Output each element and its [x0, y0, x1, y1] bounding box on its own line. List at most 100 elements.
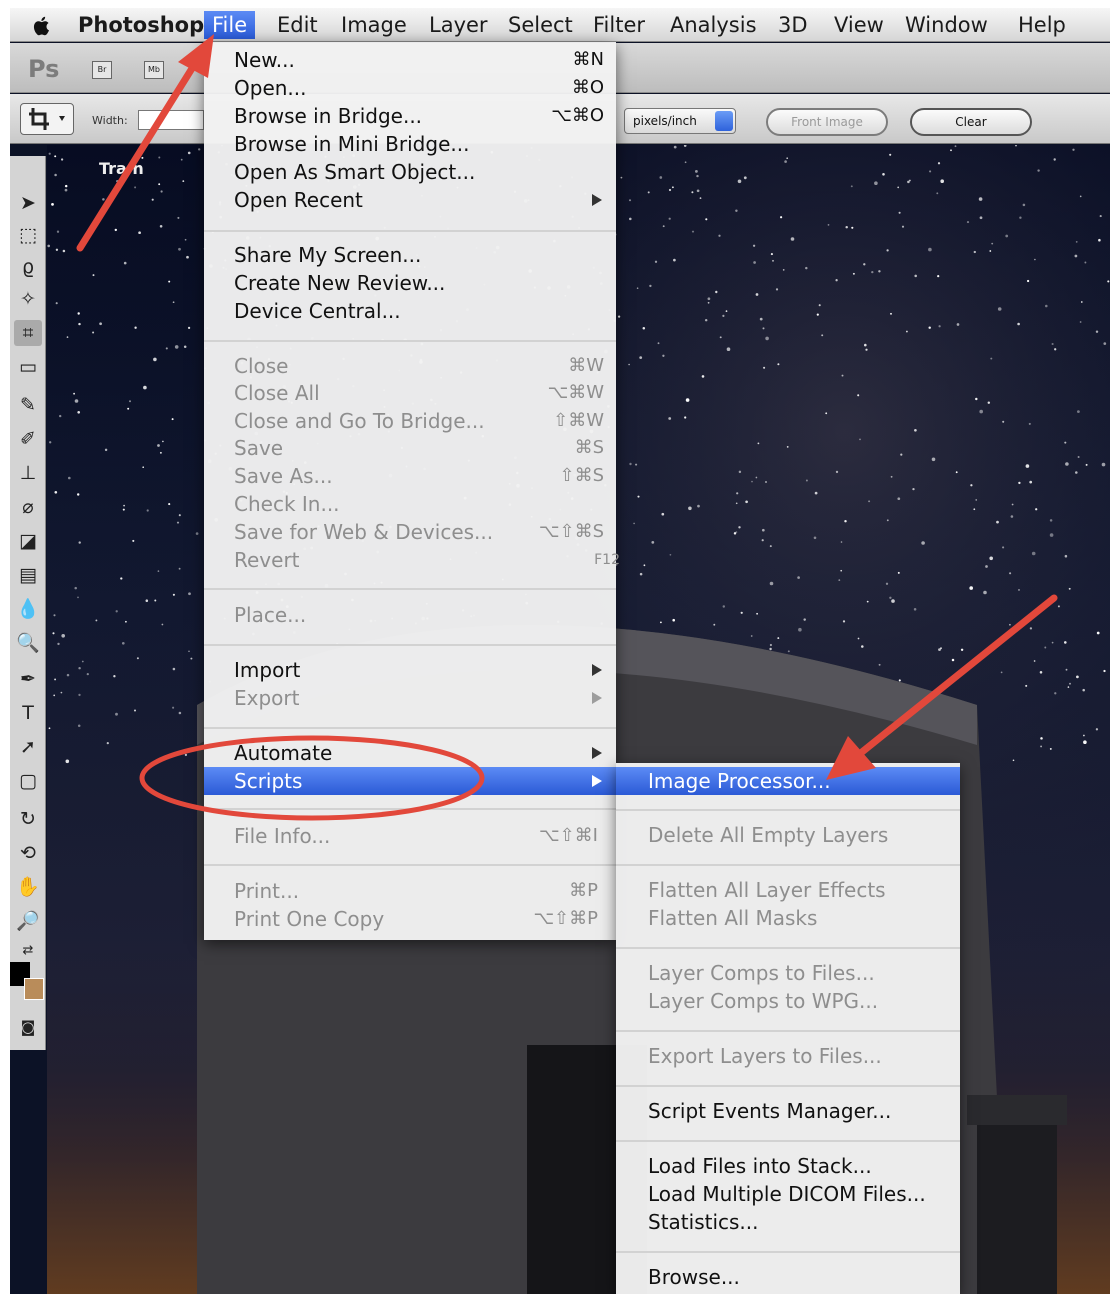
- menu-window[interactable]: Window: [897, 11, 996, 39]
- menu-item-open[interactable]: Open... ⌘O: [204, 74, 616, 102]
- menu-item-script-events-manager[interactable]: Script Events Manager...: [616, 1097, 960, 1125]
- quick-mask-icon[interactable]: ◙: [14, 1014, 42, 1040]
- 3d-rotate-tool-icon[interactable]: ↻: [14, 806, 42, 832]
- menu-layer[interactable]: Layer: [421, 11, 496, 39]
- menu-view[interactable]: View: [826, 11, 892, 39]
- menu-item-layer-comps-to-files[interactable]: Layer Comps to Files...: [616, 959, 960, 987]
- menu-item-shortcut: ⌥⌘O: [551, 105, 604, 126]
- menu-item-label: Flatten All Masks: [648, 906, 818, 930]
- healing-brush-tool-icon[interactable]: ✎: [14, 392, 42, 418]
- move-tool-icon[interactable]: ➤: [14, 190, 42, 216]
- front-image-button[interactable]: Front Image: [766, 108, 888, 136]
- marquee-tool-icon[interactable]: ⬚: [14, 222, 42, 248]
- menu-item-label: Statistics...: [648, 1210, 759, 1234]
- apple-icon[interactable]: [30, 14, 54, 38]
- menu-item-layer-comps-to-wpg[interactable]: Layer Comps to WPG...: [616, 987, 960, 1015]
- menu-item-label: Open As Smart Object...: [234, 160, 476, 184]
- ruler-tool-icon[interactable]: ▭: [14, 354, 42, 380]
- menu-separator: [204, 340, 616, 342]
- blur-tool-icon[interactable]: 💧: [14, 596, 42, 622]
- menu-image[interactable]: Image: [333, 11, 415, 39]
- menu-analysis[interactable]: Analysis: [662, 11, 765, 39]
- menu-item-scripts[interactable]: Scripts: [204, 767, 616, 795]
- clear-button[interactable]: Clear: [910, 108, 1032, 136]
- menu-item-load-multiple-dicom-files[interactable]: Load Multiple DICOM Files...: [616, 1180, 960, 1208]
- menu-bar: Photoshop File Edit Image Layer Select F…: [10, 8, 1110, 42]
- menu-item-statistics[interactable]: Statistics...: [616, 1208, 960, 1236]
- menu-item-delete-all-empty-layers[interactable]: Delete All Empty Layers: [616, 821, 960, 849]
- bridge-button[interactable]: Br: [92, 61, 112, 79]
- menu-item-save-for-web[interactable]: Save for Web & Devices... ⌥⇧⌘S: [204, 518, 616, 546]
- menu-separator: [616, 947, 960, 949]
- tools-panel: ➤ ⬚ ϱ ✧ ⌗ ▭ ✎ ✐ ⊥ ⌀ ◪ ▤ 💧 🔍 ✒ T ➚ ▢ ↻ ⟲ …: [10, 156, 46, 1050]
- menu-item-close-and-go-to-bridge[interactable]: Close and Go To Bridge... ⇧⌘W: [204, 407, 616, 435]
- resolution-unit-select[interactable]: pixels/inch: [624, 108, 736, 134]
- menu-item-label: Close and Go To Bridge...: [234, 409, 485, 433]
- menu-item-shortcut: ⌘O: [571, 77, 604, 98]
- swap-colors-icon[interactable]: ⇄: [14, 938, 42, 964]
- menu-item-label: Check In...: [234, 492, 340, 516]
- brush-tool-icon[interactable]: ✐: [14, 426, 42, 452]
- menu-item-open-recent[interactable]: Open Recent: [204, 186, 616, 214]
- menu-item-check-in[interactable]: Check In...: [204, 490, 616, 518]
- menu-item-shortcut: ⇧⌘S: [559, 465, 604, 486]
- menu-item-label: Flatten All Layer Effects: [648, 878, 886, 902]
- menu-filter[interactable]: Filter: [585, 11, 653, 39]
- menu-item-label: Browse in Bridge...: [234, 104, 423, 128]
- dodge-tool-icon[interactable]: 🔍: [14, 630, 42, 656]
- eraser-tool-icon[interactable]: ◪: [14, 528, 42, 554]
- menu-item-export-layers-to-files[interactable]: Export Layers to Files...: [616, 1042, 960, 1070]
- menu-item-new[interactable]: New... ⌘N: [204, 46, 616, 74]
- menu-item-browse-in-bridge[interactable]: Browse in Bridge... ⌥⌘O: [204, 102, 616, 130]
- path-selection-tool-icon[interactable]: ➚: [14, 734, 42, 760]
- menu-item-close[interactable]: Close ⌘W: [204, 352, 616, 380]
- app-menu-photoshop[interactable]: Photoshop: [70, 11, 212, 39]
- menu-item-export[interactable]: Export: [204, 684, 616, 712]
- menu-select[interactable]: Select: [500, 11, 581, 39]
- menu-item-create-new-review[interactable]: Create New Review...: [204, 269, 616, 297]
- menu-item-open-as-smart-object[interactable]: Open As Smart Object...: [204, 158, 616, 186]
- menu-item-automate[interactable]: Automate: [204, 739, 616, 767]
- menu-item-label: Close All: [234, 381, 320, 405]
- menu-item-save-as[interactable]: Save As... ⇧⌘S: [204, 462, 616, 490]
- menu-item-label: Layer Comps to WPG...: [648, 989, 879, 1013]
- shape-tool-icon[interactable]: ▢: [14, 768, 42, 794]
- menu-item-label: Revert: [234, 548, 300, 572]
- menu-help[interactable]: Help: [1010, 11, 1074, 39]
- type-tool-icon[interactable]: T: [14, 700, 42, 726]
- quick-selection-tool-icon[interactable]: ✧: [14, 286, 42, 312]
- crop-tool-preset-picker[interactable]: [20, 103, 74, 135]
- menu-item-file-info[interactable]: File Info... ⌥⇧⌘I: [204, 822, 616, 850]
- menu-item-revert[interactable]: Revert F12: [204, 546, 620, 574]
- menu-edit[interactable]: Edit: [269, 11, 326, 39]
- menu-item-load-files-into-stack[interactable]: Load Files into Stack...: [616, 1152, 960, 1180]
- menu-item-device-central[interactable]: Device Central...: [204, 297, 616, 325]
- menu-item-place[interactable]: Place...: [204, 601, 616, 629]
- menu-item-import[interactable]: Import: [204, 656, 616, 684]
- menu-item-image-processor[interactable]: Image Processor...: [616, 767, 960, 795]
- menu-item-flatten-all-masks[interactable]: Flatten All Masks: [616, 904, 960, 932]
- menu-item-close-all[interactable]: Close All ⌥⌘W: [204, 379, 616, 407]
- menu-item-save[interactable]: Save ⌘S: [204, 434, 616, 462]
- zoom-tool-icon[interactable]: 🔎: [14, 908, 42, 934]
- lasso-tool-icon[interactable]: ϱ: [14, 254, 42, 280]
- gradient-tool-icon[interactable]: ▤: [14, 562, 42, 588]
- mini-bridge-button[interactable]: Mb: [144, 61, 164, 79]
- hand-tool-icon[interactable]: ✋: [14, 874, 42, 900]
- history-brush-tool-icon[interactable]: ⌀: [14, 494, 42, 520]
- background-color-swatch[interactable]: [24, 978, 44, 1000]
- pen-tool-icon[interactable]: ✒: [14, 666, 42, 692]
- width-input[interactable]: [138, 110, 204, 130]
- 3d-orbit-tool-icon[interactable]: ⟲: [14, 840, 42, 866]
- menu-item-browse[interactable]: Browse...: [616, 1263, 960, 1291]
- menu-item-flatten-all-layer-effects[interactable]: Flatten All Layer Effects: [616, 876, 960, 904]
- menu-3d[interactable]: 3D: [770, 11, 816, 39]
- clone-stamp-tool-icon[interactable]: ⊥: [14, 460, 42, 486]
- menu-item-share-my-screen[interactable]: Share My Screen...: [204, 241, 616, 269]
- crop-tool-icon[interactable]: ⌗: [14, 320, 42, 346]
- menu-item-print-one-copy[interactable]: Print One Copy ⌥⇧⌘P: [204, 905, 616, 933]
- menu-separator: [204, 230, 616, 232]
- menu-file[interactable]: File: [204, 11, 256, 39]
- menu-item-print[interactable]: Print... ⌘P: [204, 877, 616, 905]
- menu-item-browse-in-mini-bridge[interactable]: Browse in Mini Bridge...: [204, 130, 616, 158]
